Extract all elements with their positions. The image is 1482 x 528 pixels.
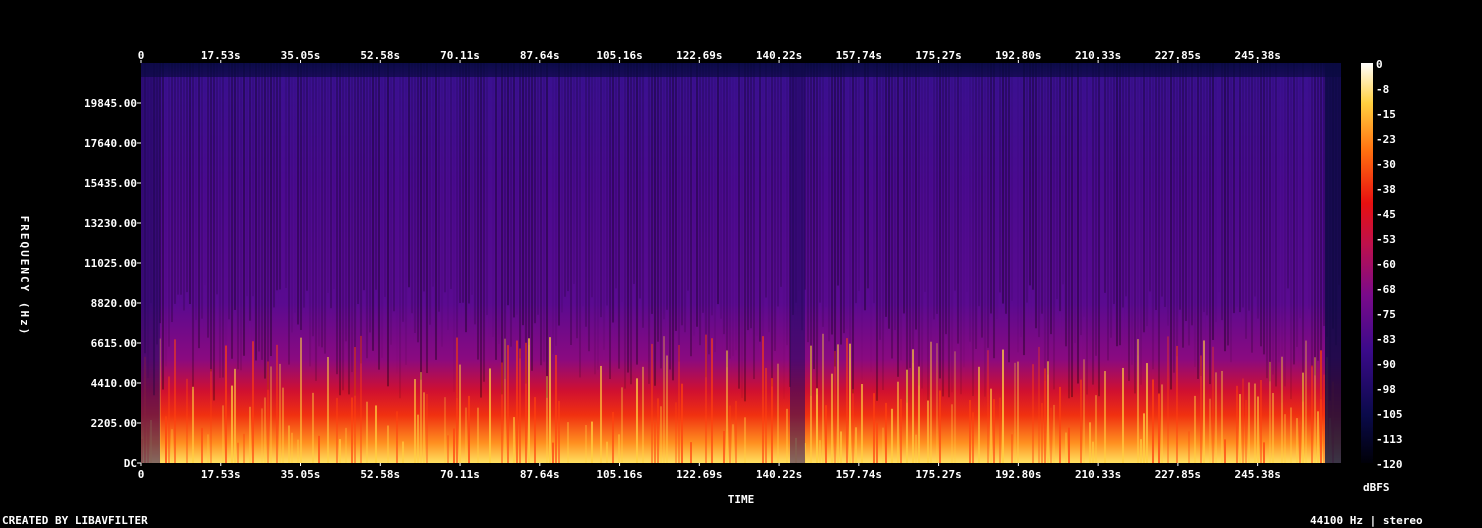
y-tick-label: 13230.00 <box>84 217 137 230</box>
x-tick-label-bottom: 175.27s <box>915 468 961 481</box>
colorbar-tick-label: -38 <box>1376 183 1396 196</box>
x-tick-label-top: 245.38s <box>1234 49 1280 62</box>
x-tick-label-bottom: 52.58s <box>360 468 400 481</box>
x-tick-label-top: 87.64s <box>520 49 560 62</box>
colorbar-tick-label: 0 <box>1376 58 1383 71</box>
x-tick-label-bottom: 192.80s <box>995 468 1041 481</box>
x-axis-top: 0 17.53s 35.05s 52.58s 70.11s 87.64s 105.16s 12… <box>138 49 1281 63</box>
x-tick-label-bottom: 245.38s <box>1234 468 1280 481</box>
x-tick-label-top: 122.69s <box>676 49 722 62</box>
x-tick-label-top: 227.85s <box>1155 49 1201 62</box>
x-tick-label-bottom: 70.11s <box>440 468 480 481</box>
colorbar-gradient <box>1361 63 1373 463</box>
x-tick-label-bottom: 122.69s <box>676 468 722 481</box>
colorbar-tick-label: -113 <box>1376 433 1403 446</box>
x-tick-label-top: 35.05s <box>281 49 321 62</box>
spectrogram-chart: 0 17.53s 35.05s 52.58s 70.11s 87.64s 105.16s 12… <box>18 49 1403 506</box>
colorbar-tick-label: -83 <box>1376 333 1396 346</box>
spectrogram-plot-area <box>141 63 1341 463</box>
x-tick-label-top: 175.27s <box>915 49 961 62</box>
y-tick-label: 4410.00 <box>91 377 137 390</box>
x-tick-label-bottom: 105.16s <box>596 468 642 481</box>
colorbar-tick-label: -105 <box>1376 408 1403 421</box>
x-tick-label-bottom: 35.05s <box>281 468 321 481</box>
y-axis-label: FREQUENCY (Hz) <box>18 216 31 337</box>
y-tick-label: 6615.00 <box>91 337 137 350</box>
y-axis: DC 2205.00 4410.00 6615.00 8820.00 11025.00 13… <box>84 97 141 470</box>
x-tick-label-top: 52.58s <box>360 49 400 62</box>
x-tick-label-top: 0 <box>138 49 145 62</box>
x-tick-label-bottom: 210.33s <box>1075 468 1121 481</box>
colorbar-tick-label: -30 <box>1376 158 1396 171</box>
colorbar-tick-label: -23 <box>1376 133 1396 146</box>
audio-info-text: 44100 Hz | stereo <box>1310 514 1423 527</box>
y-tick-label: 8820.00 <box>91 297 137 310</box>
colorbar-tick-label: -98 <box>1376 383 1396 396</box>
x-axis-label: TIME <box>728 493 755 506</box>
colorbar-unit-label: dBFS <box>1363 481 1390 494</box>
x-tick-label-top: 70.11s <box>440 49 480 62</box>
x-tick-label-bottom: 140.22s <box>756 468 802 481</box>
colorbar-tick-label: -15 <box>1376 108 1396 121</box>
x-tick-label-bottom: 17.53s <box>201 468 241 481</box>
colorbar-tick-label: -68 <box>1376 283 1396 296</box>
x-tick-label-top: 17.53s <box>201 49 241 62</box>
credit-text: CREATED BY LIBAVFILTER <box>2 514 148 527</box>
colorbar-tick-label: -75 <box>1376 308 1396 321</box>
x-axis-bottom: 0 17.53s 35.05s 52.58s 70.11s 87.64s 105.16s 12… <box>138 463 1281 481</box>
y-tick-label: 17640.00 <box>84 137 137 150</box>
x-tick-label-top: 192.80s <box>995 49 1041 62</box>
colorbar-tick-label: -90 <box>1376 358 1396 371</box>
colorbar: 0 -8 -15 -23 -30 -38 -45 -53 -60 -68 -75 -83 -90 -98 -… <box>1361 58 1403 471</box>
x-tick-label-top: 140.22s <box>756 49 802 62</box>
y-tick-label: 2205.00 <box>91 417 137 430</box>
y-tick-label: 11025.00 <box>84 257 137 270</box>
y-tick-label: 15435.00 <box>84 177 137 190</box>
x-tick-label-bottom: 87.64s <box>520 468 560 481</box>
y-tick-label: DC <box>124 457 137 470</box>
x-tick-label-bottom: 227.85s <box>1155 468 1201 481</box>
x-tick-label-top: 210.33s <box>1075 49 1121 62</box>
x-tick-label-top: 157.74s <box>836 49 882 62</box>
y-tick-label: 19845.00 <box>84 97 137 110</box>
colorbar-tick-label: -60 <box>1376 258 1396 271</box>
colorbar-tick-label: -120 <box>1376 458 1403 471</box>
colorbar-tick-label: -8 <box>1376 83 1389 96</box>
x-tick-label-bottom: 0 <box>138 468 145 481</box>
x-tick-label-top: 105.16s <box>596 49 642 62</box>
colorbar-tick-label: -53 <box>1376 233 1396 246</box>
colorbar-tick-label: -45 <box>1376 208 1396 221</box>
x-tick-label-bottom: 157.74s <box>836 468 882 481</box>
